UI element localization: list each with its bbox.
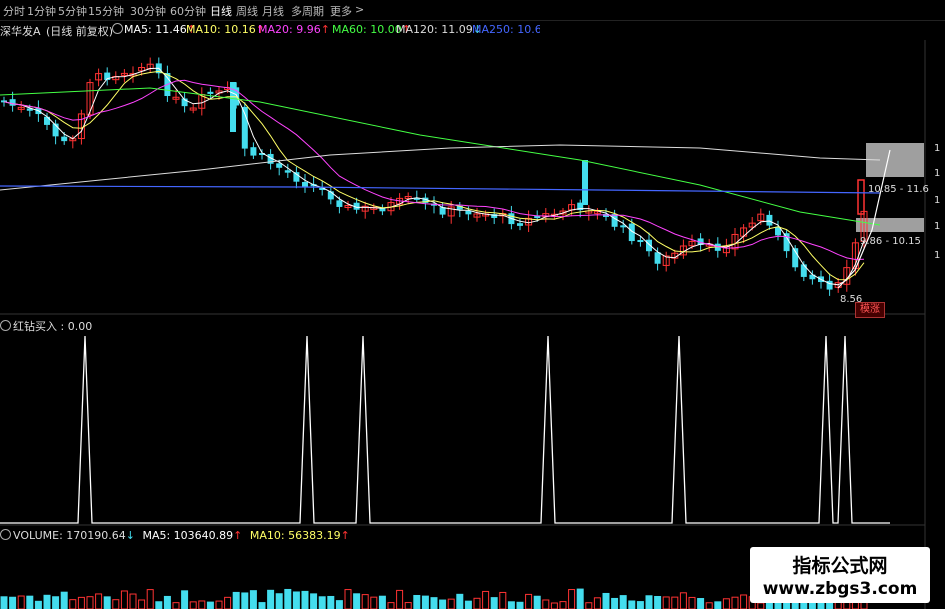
ma-legend-item-4: MA120: 11.09↓ <box>396 23 482 36</box>
period-toolbar: 分时 1分钟 5分钟 15分钟 30分钟 60分钟 日线 周线 月线 多周期 更多 > <box>0 0 945 21</box>
volume-ma5-arrow: ↑ <box>233 529 243 542</box>
price-range-high-label: 10.85 - 11.6 <box>868 184 929 195</box>
right-axis-tick: 1 <box>934 195 941 206</box>
price-range-low-label: 9.86 - 10.15 <box>860 236 921 247</box>
toolbar-item-8[interactable]: 月线 <box>262 3 284 19</box>
toolbar-item-10[interactable]: 更多 <box>330 3 352 19</box>
volume-ma5: MA5: 103640.89 <box>142 529 234 542</box>
right-axis-tick: 1 <box>934 168 941 179</box>
price-range-box-low <box>856 218 924 232</box>
buy-tag: 模涨 <box>855 302 885 318</box>
indicator-label: 红钻买入 : 0.00 <box>13 320 93 333</box>
more-chevron-icon[interactable]: > <box>355 3 364 16</box>
volume-arrow: ↓ <box>125 529 135 542</box>
site-watermark: 指标公式网 www.zbgs3.com <box>750 547 930 603</box>
toolbar-item-1[interactable]: 1分钟 <box>27 3 56 19</box>
indicator-title: 红钻买入 : 0.00 <box>0 318 92 334</box>
ma-legend-item-1: MA10: 10.16↑ <box>186 23 265 36</box>
stock-period: (日线 前复权) <box>46 25 114 38</box>
right-axis-tick: 1 <box>934 143 941 154</box>
toolbar-item-3[interactable]: 15分钟 <box>88 3 124 19</box>
ma-legend-item-5: MA250: 10.6 <box>472 23 540 36</box>
indicator-settings-icon[interactable] <box>0 320 13 333</box>
toolbar-item-6[interactable]: 日线 <box>210 3 232 19</box>
toolbar-item-9[interactable]: 多周期 <box>291 3 324 19</box>
right-axis-tick: 1 <box>934 221 941 232</box>
volume-ma10: MA10: 56383.19 <box>249 529 341 542</box>
volume-value: VOLUME: 170190.64 <box>13 529 126 542</box>
volume-ma10-arrow: ↑ <box>340 529 350 542</box>
watermark-title: 指标公式网 <box>792 555 888 577</box>
ma-legend-arrow-2: ↑ <box>320 23 330 36</box>
stock-name: 深华发A <box>0 25 41 38</box>
volume-title: VOLUME: 170190.64↓ MA5: 103640.89↑ MA10:… <box>0 529 350 542</box>
toolbar-item-5[interactable]: 60分钟 <box>170 3 206 19</box>
toolbar-item-4[interactable]: 30分钟 <box>130 3 166 19</box>
toolbar-item-0[interactable]: 分时 <box>3 3 25 19</box>
watermark-url: www.zbgs3.com <box>762 579 918 599</box>
kline-chart[interactable] <box>0 40 945 609</box>
right-axis-tick: 1 <box>934 250 941 261</box>
ma-legend: 深华发A (日线 前复权) MA5: 11.46↑ MA10: 10.16↑ MA2… <box>0 22 540 38</box>
toolbar-item-2[interactable]: 5分钟 <box>58 3 87 19</box>
volume-settings-icon[interactable] <box>0 529 13 542</box>
toolbar-item-7[interactable]: 周线 <box>236 3 258 19</box>
ma-legend-item-2: MA20: 9.96↑ <box>258 23 330 36</box>
